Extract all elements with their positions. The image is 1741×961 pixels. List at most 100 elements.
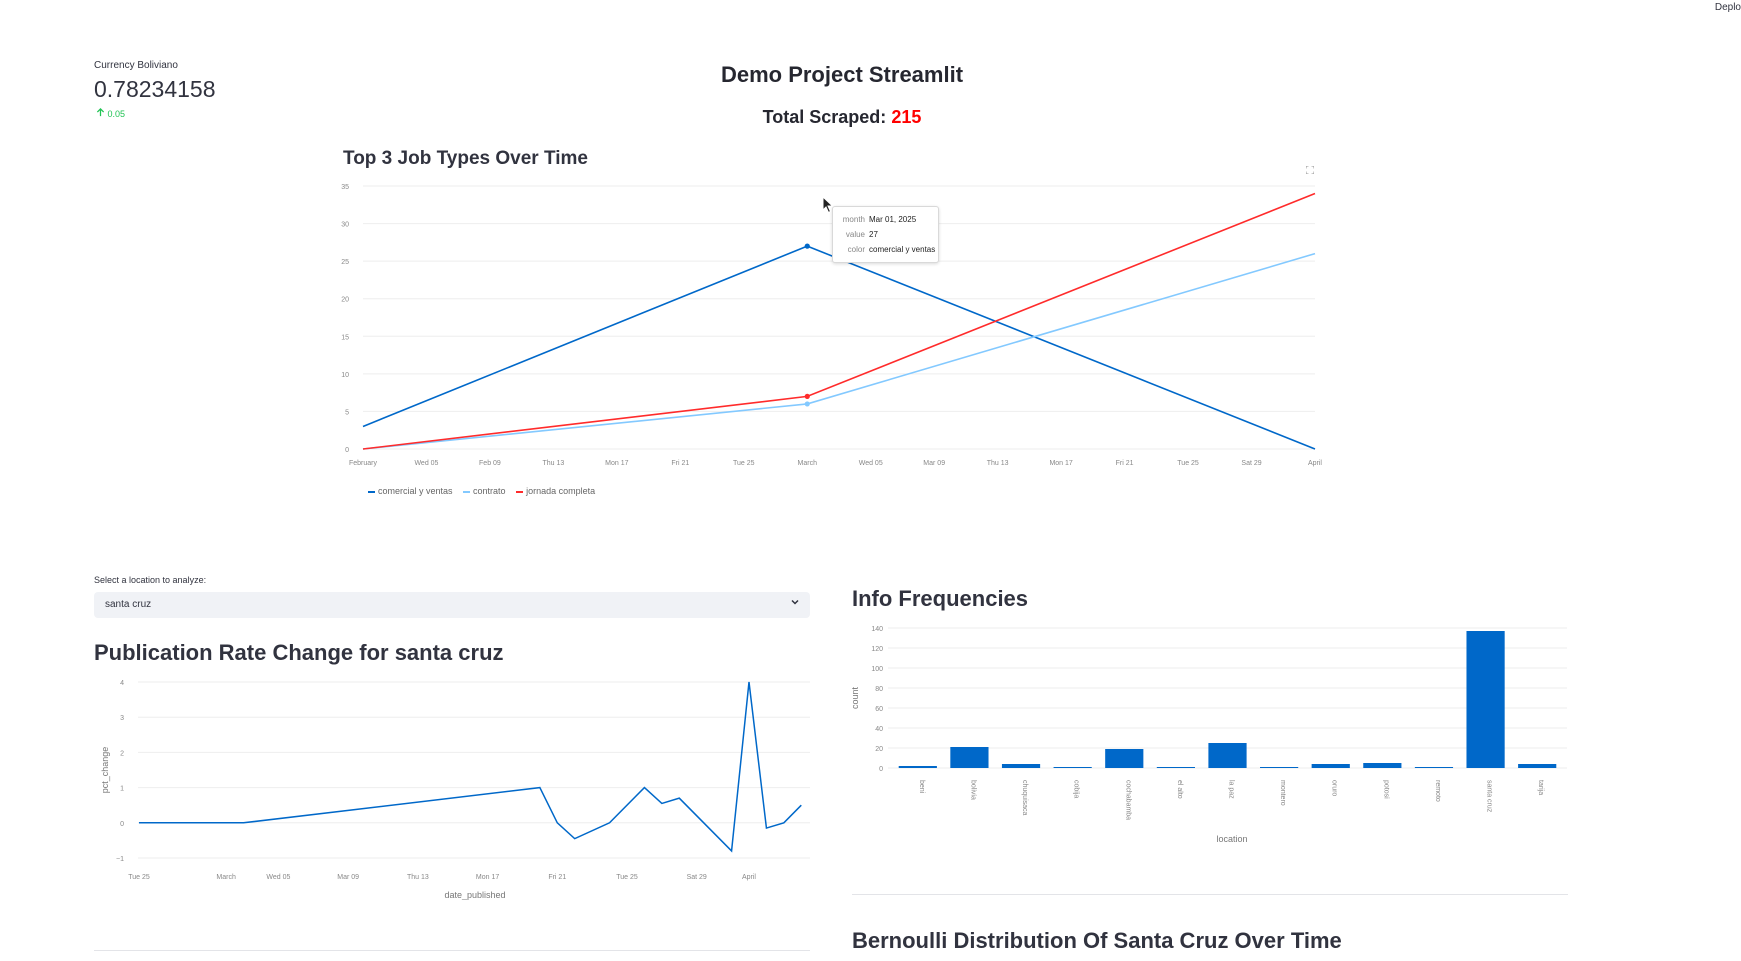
bar[interactable]	[1156, 767, 1195, 768]
x-tick-label: Wed 05	[266, 874, 290, 881]
x-tick-label: Thu 13	[987, 460, 1009, 467]
x-tick-label: Wed 05	[414, 460, 438, 467]
chart-tooltip: month Mar 01, 2025 value 27 color comercial…	[832, 206, 939, 263]
y-tick-label: 80	[875, 686, 883, 693]
x-tick-label: Sat 29	[687, 874, 707, 881]
mouse-cursor-icon	[822, 195, 834, 219]
divider	[852, 894, 1568, 895]
fullscreen-icon[interactable]	[1305, 165, 1315, 175]
location-select-label: Select a location to analyze:	[94, 575, 207, 585]
y-tick-label: 15	[341, 334, 349, 341]
pub-rate-chart[interactable]: −1 0 1 2 3 4 Tue 25 March Wed 05 Mar 09 Thu 13 Mon…	[94, 670, 814, 900]
y-tick-label: 0	[345, 447, 349, 454]
x-tick-label: Feb 09	[479, 460, 501, 467]
tooltip-value: 27	[869, 230, 878, 239]
top-chart-legend: comercial y ventas contrato jornada comp…	[368, 486, 603, 496]
x-tick-label: bolivia	[969, 780, 976, 800]
bar[interactable]	[1208, 743, 1247, 768]
x-axis-label: location	[1216, 834, 1247, 844]
legend-label: jornada completa	[526, 486, 596, 496]
tooltip-key: color	[847, 245, 865, 254]
x-tick-label: March	[216, 874, 236, 881]
x-tick-label: Mon 17	[1049, 460, 1072, 467]
top-jobtypes-chart[interactable]: 0 5 10 15 20 25 30 35 February Wed 05 Feb 09 Thu 1…	[330, 176, 1330, 476]
series-line[interactable]	[362, 245, 1316, 450]
y-axis-label: pct_change	[100, 747, 110, 794]
tooltip-key: value	[845, 230, 865, 239]
y-tick-label: −1	[116, 856, 124, 863]
y-tick-label: 5	[345, 409, 349, 416]
x-tick-label: Mon 17	[605, 460, 628, 467]
x-tick-label: beni	[918, 780, 925, 794]
legend-label: comercial y ventas	[378, 486, 453, 496]
series-line[interactable]	[362, 252, 1316, 450]
series-line[interactable]	[139, 681, 802, 853]
x-tick-label: February	[349, 460, 378, 467]
x-tick-label: Tue 25	[1177, 460, 1199, 467]
x-tick-label: Mon 17	[476, 874, 499, 881]
y-axis-label: count	[852, 686, 860, 709]
x-tick-label: Thu 13	[407, 874, 429, 881]
x-tick-label: oruro	[1331, 780, 1338, 796]
total-scraped-label: Total Scraped:	[762, 107, 887, 127]
tooltip-value: Mar 01, 2025	[869, 215, 917, 224]
location-select[interactable]: santa cruz	[94, 592, 810, 618]
tooltip-key: month	[842, 215, 865, 224]
deploy-button[interactable]: Deplo	[1715, 2, 1741, 13]
x-tick-label: Fri 21	[548, 874, 566, 881]
legend-item[interactable]: contrato	[463, 486, 506, 496]
legend-label: contrato	[473, 486, 506, 496]
x-tick-label: Thu 13	[543, 460, 565, 467]
x-tick-label: Sat 29	[1241, 460, 1261, 467]
x-tick-label: Mar 09	[923, 460, 945, 467]
y-tick-label: 40	[875, 726, 883, 733]
y-tick-label: 3	[120, 715, 124, 722]
bar[interactable]	[1260, 767, 1299, 768]
x-tick-label: Wed 05	[859, 460, 883, 467]
x-tick-label: Tue 25	[733, 460, 755, 467]
legend-item[interactable]: jornada completa	[516, 486, 595, 496]
x-tick-label: santa cruz	[1486, 780, 1493, 813]
y-tick-label: 20	[875, 746, 883, 753]
bar[interactable]	[1518, 764, 1557, 768]
bar[interactable]	[1363, 763, 1402, 768]
x-tick-label: Fri 21	[1116, 460, 1134, 467]
location-select-value: santa cruz	[105, 599, 152, 610]
bar[interactable]	[1053, 767, 1092, 768]
y-tick-label: 20	[341, 297, 349, 304]
data-point[interactable]	[804, 393, 810, 399]
bar[interactable]	[1311, 764, 1350, 768]
x-tick-label: chuquisaca	[1021, 780, 1028, 816]
x-tick-label: April	[1308, 460, 1322, 467]
x-tick-label: Fri 21	[671, 460, 689, 467]
y-tick-label: 25	[341, 259, 349, 266]
x-tick-label: Tue 25	[616, 874, 638, 881]
bar[interactable]	[1001, 764, 1041, 768]
page-title: Demo Project Streamlit	[720, 62, 964, 87]
y-tick-label: 140	[871, 626, 883, 633]
y-tick-label: 4	[120, 680, 124, 687]
y-tick-label: 1	[120, 786, 124, 793]
tooltip-value: comercial y ventas	[869, 245, 936, 254]
x-tick-label: montero	[1279, 780, 1286, 806]
x-tick-label: potosi	[1382, 780, 1389, 799]
total-scraped-value: 215	[891, 107, 922, 127]
y-tick-label: 100	[871, 666, 883, 673]
y-tick-label: 2	[120, 750, 124, 757]
y-tick-label: 0	[120, 821, 124, 828]
data-point[interactable]	[804, 243, 810, 249]
bar[interactable]	[950, 747, 989, 768]
x-tick-label: March	[798, 460, 818, 467]
x-tick-label: April	[742, 874, 756, 881]
bar[interactable]	[1466, 631, 1505, 768]
data-point[interactable]	[804, 401, 810, 407]
bar[interactable]	[1414, 767, 1454, 768]
bar[interactable]	[898, 766, 937, 768]
legend-item[interactable]: comercial y ventas	[368, 486, 453, 496]
bar[interactable]	[1105, 749, 1144, 768]
info-frequencies-chart[interactable]: 0 20 40 60 80 100 120 140 beni bolivia chuquisaca…	[852, 620, 1572, 850]
total-scraped: Total Scraped: 215	[0, 107, 1684, 128]
x-axis-label: date_published	[444, 890, 505, 900]
y-tick-label: 0	[879, 766, 883, 773]
y-tick-label: 120	[871, 646, 883, 653]
